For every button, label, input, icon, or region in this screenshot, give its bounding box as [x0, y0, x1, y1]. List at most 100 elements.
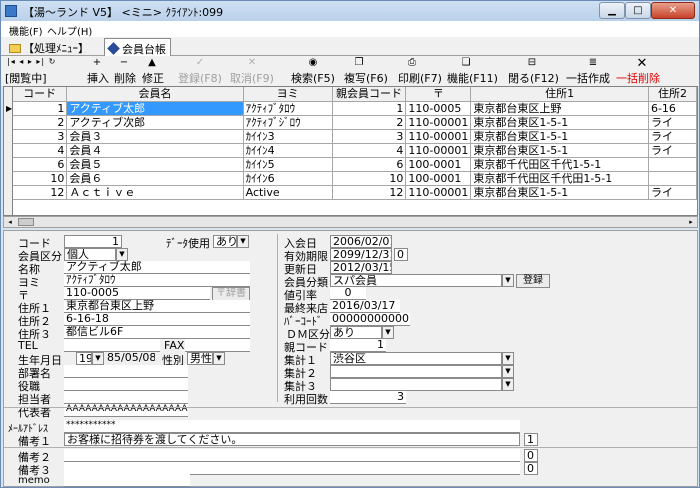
member-detail-form: コード 1 ﾃﾞｰﾀ使用 あり ▼ 会員区分 個人 ▼ 名称 アクティブ太郎 ヨ… — [3, 230, 698, 487]
grid-horizontal-scrollbar[interactable]: ◂ ▸ — [3, 216, 698, 228]
addr1-field[interactable]: 東京都台東区上野 — [64, 300, 250, 313]
member-grid[interactable]: コード 会員名 ヨミ 親会員コード 〒 住所1 住所2 1 アクティブ太郎 ｱｸ… — [12, 86, 698, 216]
col-code[interactable]: コード — [13, 87, 68, 102]
title-field[interactable] — [64, 378, 188, 391]
last-visit-field: 2016/03/17 — [330, 300, 400, 313]
scroll-thumb[interactable] — [18, 218, 34, 226]
function-button[interactable]: 機能(F11) — [447, 70, 498, 86]
tab-member-ledger[interactable]: 会員台帳 — [104, 38, 171, 56]
barcode-field[interactable]: 000000000001 — [330, 313, 410, 326]
col-addr2[interactable]: 住所2 — [648, 87, 697, 102]
modify-button[interactable]: 修正 — [142, 70, 164, 86]
binoculars-icon: ◉ — [308, 57, 318, 68]
label-tel: TEL — [18, 339, 38, 352]
search-button[interactable]: 検索(F5) — [291, 70, 335, 86]
delete-button[interactable]: 削除 — [114, 70, 136, 86]
chevron-down-icon[interactable]: ▼ — [502, 365, 514, 378]
register-class-button[interactable]: 登録 — [516, 274, 550, 288]
chevron-down-icon[interactable]: ▼ — [116, 248, 128, 261]
row-header: ▶ — [3, 86, 12, 216]
birth-date-field[interactable]: 85/05/08 — [105, 352, 155, 365]
chevron-down-icon[interactable]: ▼ — [502, 378, 514, 391]
birth-era-select[interactable]: 19 — [76, 352, 92, 365]
member-type-select[interactable]: 個人 — [64, 248, 116, 261]
mail-field[interactable]: *********** — [64, 420, 520, 433]
gender-select[interactable]: 男性 — [187, 352, 213, 365]
valid-count-field[interactable]: 0 — [394, 248, 408, 261]
plus-icon: + — [92, 57, 102, 68]
col-yomi[interactable]: ヨミ — [243, 87, 333, 102]
note1-field[interactable]: お客様に招待券を渡してください。 — [64, 433, 520, 446]
chevron-down-icon[interactable]: ▼ — [502, 352, 514, 365]
note3-count: 0 — [524, 462, 538, 475]
form-separator — [4, 447, 697, 448]
scroll-left-icon[interactable]: ◂ — [4, 217, 16, 227]
agg1-select[interactable]: 渋谷区 — [330, 352, 502, 365]
check-icon: ✓ — [195, 57, 205, 68]
insert-button[interactable]: 挿入 — [87, 70, 109, 86]
app-window: 【湯～ランド V5】 <ミニ> ｸﾗｲｱﾝﾄ:099 ▁ □ ✕ 機能(F) ヘ… — [0, 0, 700, 488]
addr2-field[interactable]: 6-16-18 — [64, 313, 250, 326]
menu-function[interactable]: 機能(F) — [9, 23, 43, 38]
register-button[interactable]: 登録(F8) — [178, 70, 222, 86]
dm-select[interactable]: あり — [330, 326, 382, 339]
label-visits: 利用回数 — [284, 393, 328, 406]
copy-icon: ❐ — [354, 57, 364, 68]
browse-status: [閲覧中] — [5, 72, 47, 85]
addr3-field[interactable]: 都信ビル6F — [64, 326, 250, 339]
table-row[interactable]: 1 アクティブ太郎 ｱｸﾃｨﾌﾞﾀﾛｳ 1 110-0005 東京都台東区上野 … — [13, 101, 697, 116]
menu-help[interactable]: ヘルプ(H) — [47, 23, 92, 38]
name-field[interactable]: アクティブ太郎 — [64, 261, 250, 274]
col-name[interactable]: 会員名 — [66, 87, 244, 102]
staff-field[interactable] — [64, 391, 188, 404]
fax-field[interactable] — [185, 339, 250, 352]
batch-delete-button[interactable]: 一括削除 — [616, 70, 660, 86]
rep-field[interactable]: AAAAAAAAAAAAAAAAAAA — [64, 404, 188, 417]
tab-processing-menu[interactable]: 【処理ﾒﾆｭｰ】 — [5, 38, 93, 56]
code-field[interactable]: 1 — [64, 235, 122, 248]
maximize-button[interactable]: □ — [625, 2, 651, 19]
table-row[interactable]: 10 会員６ ｶｲｲﾝ6 10 100-0001 東京都千代田区千代田1-5-1 — [13, 171, 697, 186]
record-nav-icons[interactable]: |◂ ◂ ▸ ▸| ↻ — [7, 57, 56, 66]
yomi-field[interactable]: ｱｸﾃｨﾌﾞﾀﾛｳ — [64, 274, 250, 287]
label-fax: FAX — [164, 339, 185, 352]
tel-field[interactable] — [64, 339, 160, 352]
close-form-button[interactable]: 閉る(F12) — [508, 70, 559, 86]
member-class-select[interactable]: スパ会員 — [330, 274, 502, 287]
chevron-down-icon[interactable]: ▼ — [382, 326, 394, 339]
col-addr1[interactable]: 住所1 — [470, 87, 649, 102]
chevron-down-icon[interactable]: ▼ — [502, 274, 514, 287]
parent-code-field[interactable]: 1 — [330, 339, 386, 352]
memo-field[interactable] — [64, 474, 190, 487]
print-button[interactable]: 印刷(F7) — [398, 70, 442, 86]
valid-until-field[interactable]: 2099/12/31 — [330, 248, 392, 261]
chevron-down-icon[interactable]: ▼ — [237, 235, 249, 248]
col-postal[interactable]: 〒 — [405, 87, 472, 102]
app-icon — [5, 5, 17, 17]
discount-field[interactable]: 0 — [330, 287, 366, 300]
table-row[interactable]: 6 会員５ ｶｲｲﾝ5 6 100-0001 東京都千代田区千代1-5-1 — [13, 157, 697, 172]
tab-bar: 【処理ﾒﾆｭｰ】 会員台帳 — [1, 37, 699, 56]
scroll-right-icon[interactable]: ▸ — [685, 217, 697, 227]
table-row[interactable]: 4 会員４ ｶｲｲﾝ4 4 110-00001 東京都台東区1-5-1 ライ — [13, 143, 697, 158]
close-button[interactable]: ✕ — [651, 2, 695, 19]
table-row[interactable]: 3 会員３ ｶｲｲﾝ3 3 110-00001 東京都台東区1-5-1 ライ — [13, 129, 697, 144]
dept-field[interactable] — [64, 365, 188, 378]
postal-field[interactable]: 110-0005 — [64, 287, 210, 300]
chevron-down-icon[interactable]: ▼ — [213, 352, 225, 365]
cancel-button[interactable]: 取消(F9) — [230, 70, 274, 86]
postal-dict-button[interactable]: 〒辞書 — [212, 287, 250, 301]
batch-create-button[interactable]: 一括作成 — [566, 70, 610, 86]
copy-button[interactable]: 複写(F6) — [344, 70, 388, 86]
chevron-down-icon[interactable]: ▼ — [92, 352, 104, 365]
minimize-button[interactable]: ▁ — [599, 2, 625, 19]
note2-field[interactable] — [64, 449, 520, 462]
table-row[interactable]: 12 Ａｃｔｉｖｅ Active 12 110-00001 東京都台東区1-5-… — [13, 185, 697, 200]
agg3-select[interactable] — [330, 378, 502, 391]
col-parent-code[interactable]: 親会員コード — [332, 87, 407, 102]
join-date-field[interactable]: 2006/02/01 — [330, 235, 392, 248]
agg2-select[interactable] — [330, 365, 502, 378]
table-row[interactable]: 2 アクティブ次郎 ｱｸﾃｨﾌﾞｼﾞﾛｳ 2 110-00001 東京都台東区1… — [13, 115, 697, 130]
form-divider — [277, 234, 278, 402]
data-use-select[interactable]: あり — [213, 235, 237, 248]
